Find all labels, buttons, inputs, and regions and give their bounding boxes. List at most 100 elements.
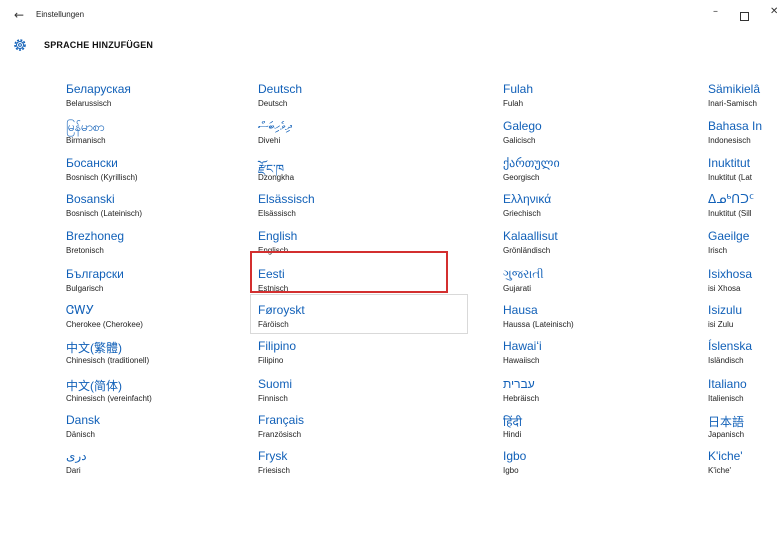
language-item[interactable]: Frysk Friesisch: [258, 449, 448, 485]
language-native-name: Galego: [503, 119, 542, 133]
language-native-name: ქართული: [503, 156, 560, 170]
language-item[interactable]: Bahasa In Indonesisch: [708, 119, 777, 155]
language-german-name: Chinesisch (vereinfacht): [66, 394, 152, 403]
language-native-name: Inuktitut: [708, 156, 751, 170]
language-native-name: English: [258, 229, 298, 243]
language-item[interactable]: 日本語 Japanisch: [708, 413, 777, 449]
language-item[interactable]: རྫོང་ཁ Dzongkha: [258, 156, 448, 192]
language-item[interactable]: Italiano Italienisch: [708, 377, 777, 413]
language-german-name: Hawaiisch: [503, 356, 540, 365]
language-item[interactable]: Íslenska Isländisch: [708, 339, 777, 375]
language-item[interactable]: Sämikielâ Inari-Samisch: [708, 82, 777, 118]
language-german-name: Elsässisch: [258, 209, 296, 218]
language-german-name: Fulah: [503, 99, 524, 108]
language-german-name: Deutsch: [258, 99, 288, 108]
language-german-name: Friesisch: [258, 466, 291, 475]
language-german-name: Galicisch: [503, 136, 536, 145]
language-native-name: Босански: [66, 156, 118, 170]
language-german-name: Bretonisch: [66, 246, 104, 255]
language-item[interactable]: دری Dari: [66, 449, 256, 485]
language-native-name: ᏣᎳᎩ: [66, 303, 95, 317]
language-german-name: Hebräisch: [503, 394, 540, 403]
language-item[interactable]: Suomi Finnisch: [258, 377, 448, 413]
language-item[interactable]: हिंदी Hindi: [503, 413, 693, 449]
language-german-name: Birmanisch: [66, 136, 106, 145]
language-german-name: isi Zulu: [708, 320, 734, 329]
language-item[interactable]: Hausa Haussa (Lateinisch): [503, 303, 693, 339]
language-german-name: Bulgarisch: [66, 284, 104, 293]
language-item[interactable]: Dansk Dänisch: [66, 413, 256, 449]
language-item[interactable]: Brezhoneg Bretonisch: [66, 229, 256, 265]
language-native-name: Sämikielâ: [708, 82, 761, 96]
language-german-name: Igbo: [503, 466, 519, 475]
language-german-name: Belarussisch: [66, 99, 112, 108]
language-native-name: עברית: [503, 377, 535, 391]
language-native-name: 日本語: [708, 415, 745, 429]
language-german-name: Japanisch: [708, 430, 745, 439]
language-native-name: K'iche': [708, 449, 743, 463]
language-item[interactable]: ᐃᓄᒃᑎᑐᑦ Inuktitut (Sill: [708, 192, 777, 228]
language-item[interactable]: Filipino Filipino: [258, 339, 448, 375]
language-item[interactable]: 中文(繁體) Chinesisch (traditionell): [66, 339, 256, 375]
language-german-name: isi Xhosa: [708, 284, 741, 293]
language-item[interactable]: Inuktitut Inuktitut (Lat: [708, 156, 777, 192]
language-item[interactable]: ᏣᎳᎩ Cherokee (Cherokee): [66, 303, 256, 339]
language-german-name: Italienisch: [708, 394, 744, 403]
language-item[interactable]: မြန်မာစာ Birmanisch: [66, 119, 256, 155]
language-item[interactable]: Беларуская Belarussisch: [66, 82, 256, 118]
language-german-name: Cherokee (Cherokee): [66, 320, 143, 329]
language-german-name: Dari: [66, 466, 81, 475]
language-item[interactable]: עברית Hebräisch: [503, 377, 693, 413]
language-item[interactable]: Galego Galicisch: [503, 119, 693, 155]
language-item[interactable]: K'iche' K'iche': [708, 449, 777, 485]
language-native-name: Filipino: [258, 339, 297, 353]
language-native-name: Kalaallisut: [503, 229, 558, 243]
language-german-name: Finnisch: [258, 394, 288, 403]
language-german-name: Gujarati: [503, 284, 532, 293]
language-native-name: Беларуская: [66, 82, 131, 96]
language-native-name: ᐃᓄᒃᑎᑐᑦ: [708, 192, 755, 206]
language-native-name: Български: [66, 267, 124, 281]
minimize-button[interactable]: –: [713, 6, 718, 17]
language-german-name: Irisch: [708, 246, 728, 255]
language-item[interactable]: Isixhosa isi Xhosa: [708, 267, 777, 303]
language-item[interactable]: Български Bulgarisch: [66, 267, 256, 303]
language-item[interactable]: ދިވެހިބަސް Divehi: [258, 119, 448, 155]
language-item[interactable]: Elsässisch Elsässisch: [258, 192, 448, 228]
language-item[interactable]: Deutsch Deutsch: [258, 82, 448, 118]
window-title: Einstellungen: [36, 10, 85, 19]
close-button[interactable]: ✕: [770, 6, 777, 17]
language-item[interactable]: Gaeilge Irisch: [708, 229, 777, 265]
language-item[interactable]: Isizulu isi Zulu: [708, 303, 777, 339]
language-item[interactable]: Français Französisch: [258, 413, 448, 449]
language-item[interactable]: ქართული Georgisch: [503, 156, 693, 192]
language-item[interactable]: 中文(简体) Chinesisch (vereinfacht): [66, 377, 256, 413]
language-item[interactable]: Hawaiʻi Hawaiisch: [503, 339, 693, 375]
language-native-name: हिंदी: [503, 415, 522, 429]
language-german-name: Inuktitut (Lat: [708, 173, 753, 182]
language-item[interactable]: ગુજરાતી Gujarati: [503, 267, 693, 303]
gear-icon: [14, 39, 26, 51]
title-bar: ← Einstellungen – ✕: [0, 0, 777, 32]
language-german-name: K'iche': [708, 466, 732, 475]
language-item[interactable]: Босански Bosnisch (Kyrillisch): [66, 156, 256, 192]
language-item[interactable]: Bosanski Bosnisch (Lateinisch): [66, 192, 256, 228]
maximize-button[interactable]: [740, 12, 749, 21]
language-item[interactable]: Igbo Igbo: [503, 449, 693, 485]
language-german-name: Französisch: [258, 430, 302, 439]
language-native-name: Elsässisch: [258, 192, 315, 206]
back-arrow-icon[interactable]: ←: [14, 8, 24, 22]
language-item[interactable]: Kalaallisut Grönländisch: [503, 229, 693, 265]
language-native-name: Italiano: [708, 377, 747, 391]
language-native-name: Gaeilge: [708, 229, 750, 243]
language-native-name: Bahasa In: [708, 119, 763, 133]
language-item[interactable]: Ελληνικά Griechisch: [503, 192, 693, 228]
language-native-name: ગુજરાતી: [503, 267, 544, 281]
language-german-name: Dänisch: [66, 430, 95, 439]
language-native-name: Íslenska: [708, 339, 753, 353]
language-german-name: Dzongkha: [258, 173, 295, 182]
language-item[interactable]: Fulah Fulah: [503, 82, 693, 118]
selection-highlight: [250, 251, 448, 293]
language-german-name: Hindi: [503, 430, 522, 439]
page-title: SPRACHE HINZUFÜGEN: [44, 40, 154, 50]
